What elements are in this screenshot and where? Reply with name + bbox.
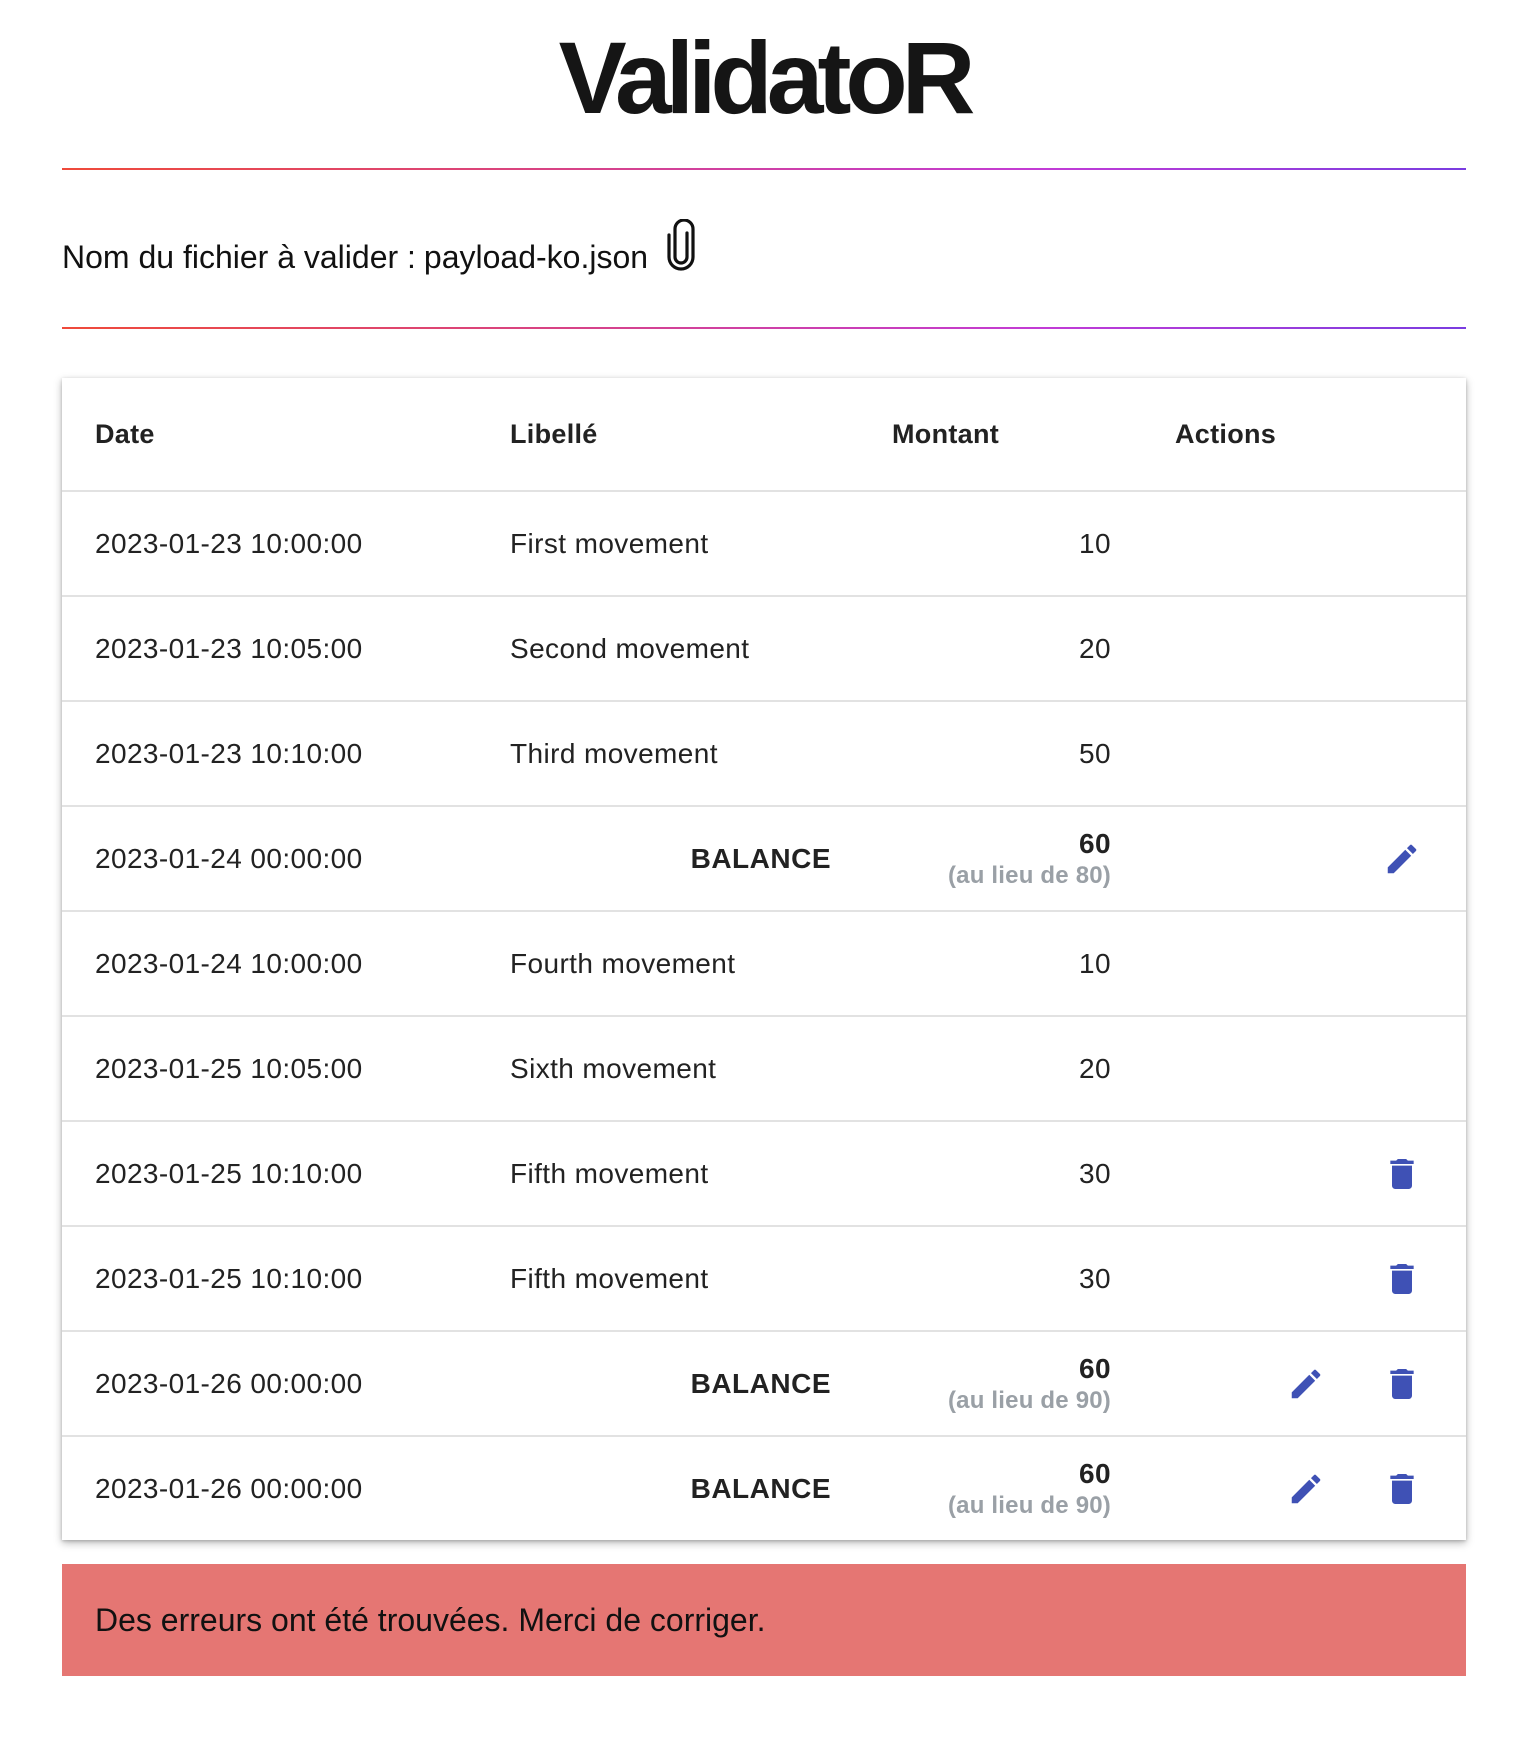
paperclip-icon[interactable] [664,218,698,271]
table-body: 2023-01-23 10:00:00 First movement 10 2023-… [62,492,1466,1540]
cell-label: Fifth movement [510,1262,709,1294]
table-row: 2023-01-23 10:00:00 First movement 10 [62,492,1466,597]
pencil-icon[interactable] [1284,1362,1328,1406]
expected-amount-note: (au lieu de 90) [947,1491,1111,1519]
header-amount: Montant [892,418,1000,449]
cell-label: Third movement [510,737,718,769]
cell-label: Sixth movement [510,1052,717,1084]
cell-date: 2023-01-25 10:10:00 [95,1157,363,1189]
expected-amount-note: (au lieu de 90) [947,1386,1111,1414]
file-name: payload-ko.json [423,238,649,275]
cell-label: First movement [510,527,709,559]
table-row: 2023-01-23 10:10:00 Third movement 50 [62,702,1466,807]
cell-label: Second movement [510,632,750,664]
cell-date: 2023-01-26 00:00:00 [95,1367,363,1399]
amount-value: 60 [1079,827,1111,859]
table-header: Date Libellé Montant Actions [62,378,1466,492]
cell-amount: 60 (au lieu de 90) [948,1353,1111,1415]
table-row: 2023-01-26 00:00:00 BALANCE 60 (au lieu de … [62,1437,1466,1540]
cell-date: 2023-01-23 10:10:00 [95,737,363,769]
amount-value: 20 [1079,632,1111,664]
cell-date: 2023-01-23 10:00:00 [95,527,363,559]
table-row: 2023-01-25 10:10:00 Fifth movement 30 [62,1227,1466,1332]
cell-amount: 50 [1079,738,1111,770]
table-row: 2023-01-25 10:05:00 Sixth movement 20 [62,1017,1466,1122]
cell-balance-label: BALANCE [690,1472,831,1504]
amount-value: 10 [1079,527,1111,559]
error-message: Des erreurs ont été trouvées. Merci de c… [95,1601,766,1638]
file-divider [62,327,1466,329]
cell-amount: 60 (au lieu de 80) [948,828,1111,890]
header-label: Libellé [510,418,598,449]
header-actions: Actions [1175,418,1277,449]
trash-icon[interactable] [1380,1362,1424,1406]
header-divider [62,168,1466,170]
cell-amount: 30 [1079,1263,1111,1295]
amount-value: 30 [1079,1262,1111,1294]
cell-amount: 60 (au lieu de 90) [948,1458,1111,1520]
table-row: 2023-01-24 10:00:00 Fourth movement 10 [62,912,1466,1017]
cell-date: 2023-01-25 10:10:00 [95,1262,363,1294]
amount-value: 30 [1079,1157,1111,1189]
cell-date: 2023-01-25 10:05:00 [95,1052,363,1084]
cell-amount: 10 [1079,948,1111,980]
table-row: 2023-01-23 10:05:00 Second movement 20 [62,597,1466,702]
error-alert: Des erreurs ont été trouvées. Merci de c… [62,1564,1466,1676]
amount-value: 50 [1079,737,1111,769]
cell-label: Fourth movement [510,947,736,979]
cell-amount: 10 [1079,528,1111,560]
header-date: Date [95,418,155,449]
cell-date: 2023-01-23 10:05:00 [95,632,363,664]
cell-amount: 30 [1079,1158,1111,1190]
cell-amount: 20 [1079,633,1111,665]
trash-icon[interactable] [1380,1257,1424,1301]
cell-balance-label: BALANCE [690,1367,831,1399]
pencil-icon[interactable] [1380,837,1424,881]
cell-balance-label: BALANCE [690,842,831,874]
file-label: Nom du fichier à valider : [62,238,416,275]
amount-value: 20 [1079,1052,1111,1084]
pencil-icon[interactable] [1284,1467,1328,1511]
app-title: ValidatoR [558,21,976,135]
movements-table: Date Libellé Montant Actions 2023-01-23 … [62,378,1466,1540]
table-row: 2023-01-24 00:00:00 BALANCE 60 (au lieu de … [62,807,1466,912]
cell-label: Fifth movement [510,1157,709,1189]
cell-date: 2023-01-26 00:00:00 [95,1472,363,1504]
amount-value: 60 [1079,1352,1111,1384]
cell-amount: 20 [1079,1053,1111,1085]
table-row: 2023-01-25 10:10:00 Fifth movement 30 [62,1122,1466,1227]
cell-date: 2023-01-24 00:00:00 [95,842,363,874]
trash-icon[interactable] [1380,1467,1424,1511]
expected-amount-note: (au lieu de 80) [947,861,1111,889]
amount-value: 10 [1079,947,1111,979]
amount-value: 60 [1079,1457,1111,1489]
cell-date: 2023-01-24 10:00:00 [95,947,363,979]
table-row: 2023-01-26 00:00:00 BALANCE 60 (au lieu de … [62,1332,1466,1437]
trash-icon[interactable] [1380,1152,1424,1196]
file-info: Nom du fichier à valider : payload-ko.js… [62,218,698,292]
